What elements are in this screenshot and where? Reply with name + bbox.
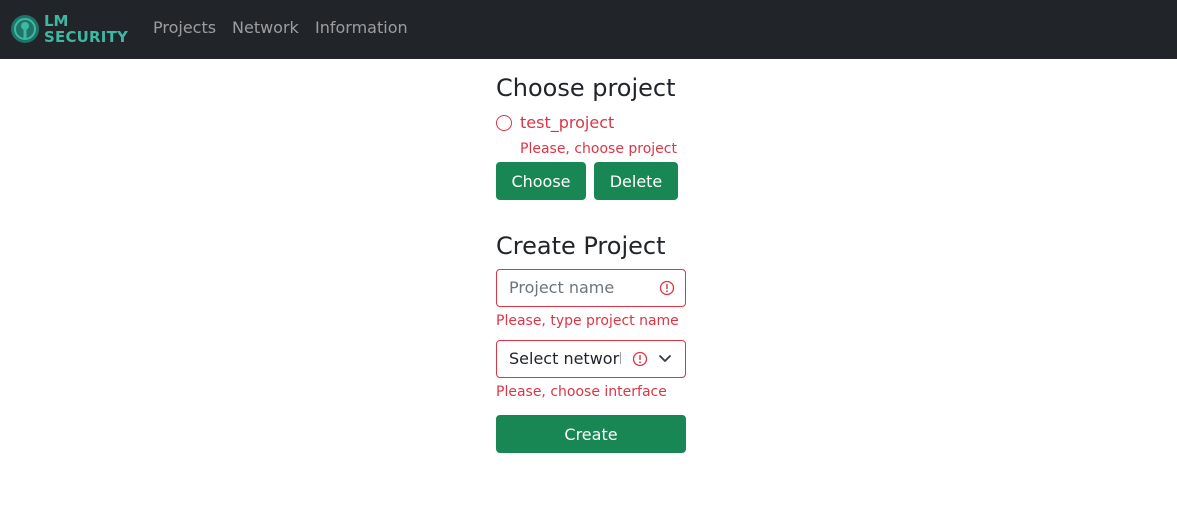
error-icon (659, 280, 675, 296)
project-radio[interactable] (496, 115, 512, 131)
create-button[interactable]: Create (496, 415, 686, 453)
choose-project-heading: Choose project (496, 74, 676, 102)
project-name-input[interactable] (509, 278, 649, 298)
error-icon (632, 351, 648, 367)
nav-link-network[interactable]: Network (232, 18, 299, 38)
logo-icon (11, 15, 39, 43)
choose-project-error: Please, choose project (520, 141, 677, 157)
navbar: LM SECURITY Projects Network Information (0, 0, 1177, 59)
project-name-field (496, 269, 686, 307)
network-select-value: Select network (509, 349, 621, 368)
nav-link-information[interactable]: Information (315, 18, 408, 38)
brand-logo[interactable]: LM SECURITY (10, 11, 132, 47)
chevron-down-icon (659, 355, 671, 362)
brand-text-security: SECURITY (44, 28, 129, 46)
project-name-error: Please, type project name (496, 313, 679, 329)
delete-button[interactable]: Delete (594, 162, 678, 200)
choose-button[interactable]: Choose (496, 162, 586, 200)
create-project-heading: Create Project (496, 232, 666, 260)
network-select-error: Please, choose interface (496, 384, 667, 400)
network-select[interactable]: Select network (496, 340, 686, 378)
project-radio-label[interactable]: test_project (520, 113, 614, 133)
nav-link-projects[interactable]: Projects (153, 18, 216, 38)
brand-text-lm: LM (44, 12, 69, 30)
